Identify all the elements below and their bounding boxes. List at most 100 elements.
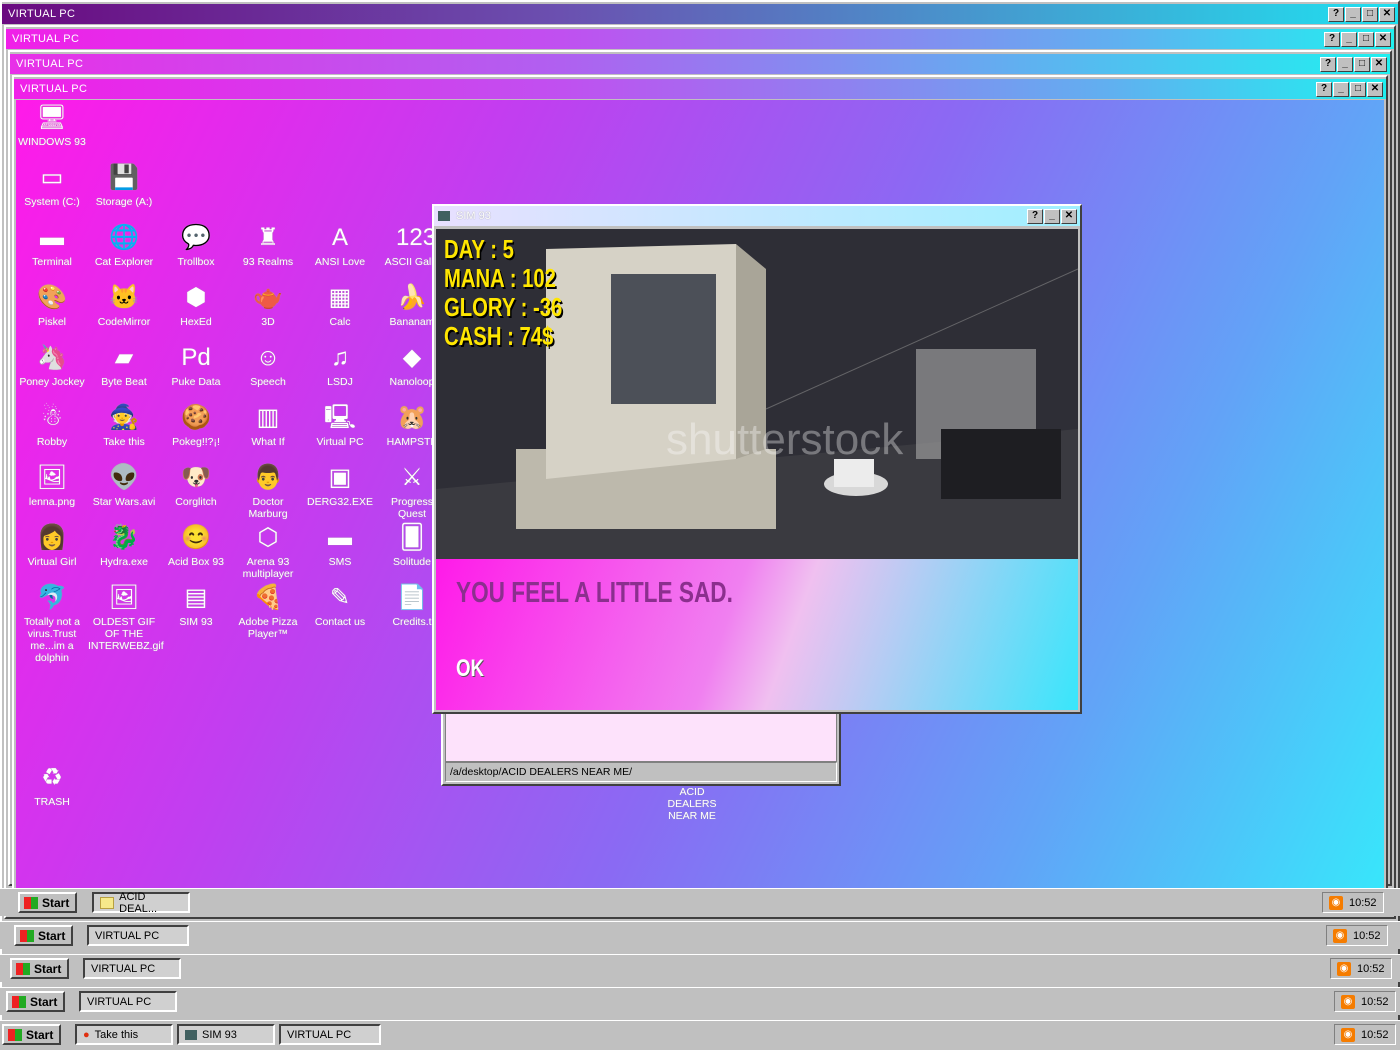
rss-icon[interactable]: ◉ — [1341, 994, 1355, 1009]
desktop-icon[interactable]: 🖼 OLDEST GIF OF THE INTERWEBZ.gif — [88, 582, 164, 652]
desktop-icon[interactable]: 😊 Acid Box 93 — [160, 522, 232, 568]
desktop-icon[interactable]: 🖼 lenna.png — [16, 462, 88, 508]
desktop-icon[interactable]: 🌐 Cat Explorer — [88, 222, 160, 268]
maximize-button[interactable]: □ — [1358, 31, 1374, 47]
help-button[interactable]: ? — [1328, 6, 1344, 22]
minimize-button[interactable]: _ — [1345, 6, 1361, 22]
close-button[interactable]: ✕ — [1371, 56, 1387, 72]
close-button[interactable]: ✕ — [1375, 31, 1391, 47]
desktop-icon-label: Puke Data — [171, 376, 221, 388]
desktop-icon[interactable]: ▣ DERG32.EXE — [304, 462, 376, 508]
desktop-icon[interactable]: ▤ SIM 93 — [160, 582, 232, 628]
desktop-icon[interactable]: 👨 Doctor Marburg — [232, 462, 304, 520]
desktop-icon[interactable]: ▬ SMS — [304, 522, 376, 568]
desktop-icon[interactable]: ♫ LSDJ — [304, 342, 376, 388]
desktop-icon[interactable]: 💬 Trollbox — [160, 222, 232, 268]
desktop-icon[interactable]: 🫖 3D — [232, 282, 304, 328]
corgi-icon: 🐶 — [181, 464, 211, 491]
minimize-button[interactable]: _ — [1044, 208, 1060, 224]
desktop-icon[interactable]: ⬢ HexEd — [160, 282, 232, 328]
hydra-icon: 🐉 — [109, 524, 139, 551]
taskbar-button-sim93[interactable]: SIM 93 — [177, 1024, 275, 1045]
help-button[interactable]: ? — [1324, 31, 1340, 47]
desktop-icon-label: Corglitch — [175, 496, 217, 508]
title-bar[interactable]: VIRTUAL PC ? _ □ ✕ — [2, 4, 1398, 24]
desktop-icon[interactable]: ⬡ Arena 93 multiplayer — [232, 522, 304, 580]
start-button[interactable]: Start — [6, 991, 66, 1012]
palette-icon: 🎨 — [37, 284, 67, 311]
desktop-icon[interactable]: 🍕 Adobe Pizza Player™ — [232, 582, 304, 640]
taskbar-button-virtual-pc[interactable]: VIRTUAL PC — [83, 958, 181, 979]
close-button[interactable]: ✕ — [1379, 6, 1395, 22]
maximize-button[interactable]: □ — [1354, 56, 1370, 72]
start-button[interactable]: Start — [10, 958, 70, 979]
desktop-icon[interactable]: 💾 Storage (A:) — [88, 162, 160, 208]
desktop-icon[interactable]: 🖥 WINDOWS 93 — [16, 102, 88, 148]
minimize-button[interactable]: _ — [1333, 81, 1349, 97]
taskbar-button-virtual-pc[interactable]: VIRTUAL PC — [279, 1024, 381, 1045]
desktop-icon[interactable]: 🐱 CodeMirror — [88, 282, 160, 328]
desktop-icon[interactable]: ☺ Speech — [232, 342, 304, 388]
pizza-icon: 🍕 — [253, 584, 283, 611]
taskbar-button-label: SIM 93 — [202, 1028, 237, 1041]
drive-icon: ▭ — [40, 164, 64, 191]
start-button[interactable]: Start — [18, 892, 78, 913]
rss-icon[interactable]: ◉ — [1337, 961, 1351, 976]
desktop-icon[interactable]: 🦄 Poney Jockey — [16, 342, 88, 388]
image-file-icon: 🖼 — [36, 464, 68, 491]
title-bar[interactable]: VIRTUAL PC ? _ □ ✕ — [10, 54, 1390, 74]
desktop-icon[interactable]: 👽 Star Wars.avi — [88, 462, 160, 508]
taskbar-button-virtual-pc[interactable]: VIRTUAL PC — [87, 925, 189, 946]
desktop-icon[interactable]: Pd Puke Data — [160, 342, 232, 388]
stat-mana: MANA : 102 — [444, 263, 556, 293]
sim93-title-bar[interactable]: SIM 93 ? _ ✕ — [434, 206, 1080, 226]
desktop-icon[interactable]: 🎨 Piskel — [16, 282, 88, 328]
desktop-icon[interactable]: 🖳 Virtual PC — [304, 402, 376, 448]
desktop-icon[interactable]: ▰ Byte Beat — [88, 342, 160, 388]
lsdj-icon: ♫ — [331, 344, 349, 371]
close-button[interactable]: ✕ — [1061, 208, 1077, 224]
help-button[interactable]: ? — [1316, 81, 1332, 97]
taskbar-button-take-this[interactable]: ● Take this — [75, 1024, 173, 1045]
desktop-icon-label: SMS — [328, 556, 352, 568]
start-button[interactable]: Start — [2, 1024, 62, 1045]
desktop-icon[interactable]: 👩 Virtual Girl — [16, 522, 88, 568]
sim93-scene-image: shutterstock DAY : 5 MANA : 102 GLORY : … — [436, 229, 1078, 559]
desktop-icon[interactable]: ✎ Contact us — [304, 582, 376, 628]
help-button[interactable]: ? — [1320, 56, 1336, 72]
chat-icon: 💬 — [181, 224, 211, 251]
close-button[interactable]: ✕ — [1367, 81, 1383, 97]
desktop-icon[interactable]: 🐬 Totally not a virus.Trust me...im a dol… — [16, 582, 88, 664]
minimize-button[interactable]: _ — [1341, 31, 1357, 47]
maximize-button[interactable]: □ — [1362, 6, 1378, 22]
desktop-icon[interactable]: ☃ Robby — [16, 402, 88, 448]
title-bar[interactable]: VIRTUAL PC ? _ □ ✕ — [6, 29, 1394, 49]
dolphin-icon: 🐬 — [37, 584, 67, 611]
desktop-icon[interactable]: 🐉 Hydra.exe — [88, 522, 160, 568]
taskbar-2: Start VIRTUAL PC ◉ 10:52 — [0, 954, 1400, 982]
rss-icon[interactable]: ◉ — [1329, 895, 1343, 910]
desktop-icon[interactable]: 🧙 Take this — [88, 402, 160, 448]
desktop-icon-label: CodeMirror — [97, 316, 151, 328]
ok-button[interactable]: OK — [456, 655, 484, 683]
taskbar-button-virtual-pc[interactable]: VIRTUAL PC — [79, 991, 177, 1012]
desktop-icon[interactable]: ▦ Calc — [304, 282, 376, 328]
desktop-icon-label: Bananam — [389, 316, 435, 328]
desktop-icon[interactable]: ▥ What If — [232, 402, 304, 448]
maximize-button[interactable]: □ — [1350, 81, 1366, 97]
rss-icon[interactable]: ◉ — [1341, 1027, 1355, 1042]
desktop-icon[interactable]: 🍪 Pokeg!!?¡! — [160, 402, 232, 448]
rss-icon[interactable]: ◉ — [1333, 928, 1347, 943]
desktop-icon[interactable]: ♻ TRASH — [16, 762, 88, 808]
taskbar-button-acid-dealers[interactable]: ACID DEAL... — [92, 891, 190, 915]
minimize-button[interactable]: _ — [1337, 56, 1353, 72]
desktop-icon[interactable]: ♜ 93 Realms — [232, 222, 304, 268]
start-button[interactable]: Start — [14, 925, 74, 946]
desktop-icon[interactable]: ▬ Terminal — [16, 222, 88, 268]
desktop-icon[interactable]: A ANSI Love — [304, 222, 376, 268]
help-button[interactable]: ? — [1027, 208, 1043, 224]
title-bar[interactable]: VIRTUAL PC ? _ □ ✕ — [14, 79, 1386, 99]
desktop-icon[interactable]: ▭ System (C:) — [16, 162, 88, 208]
stat-day: DAY : 5 — [444, 234, 514, 264]
desktop-icon[interactable]: 🐶 Corglitch — [160, 462, 232, 508]
